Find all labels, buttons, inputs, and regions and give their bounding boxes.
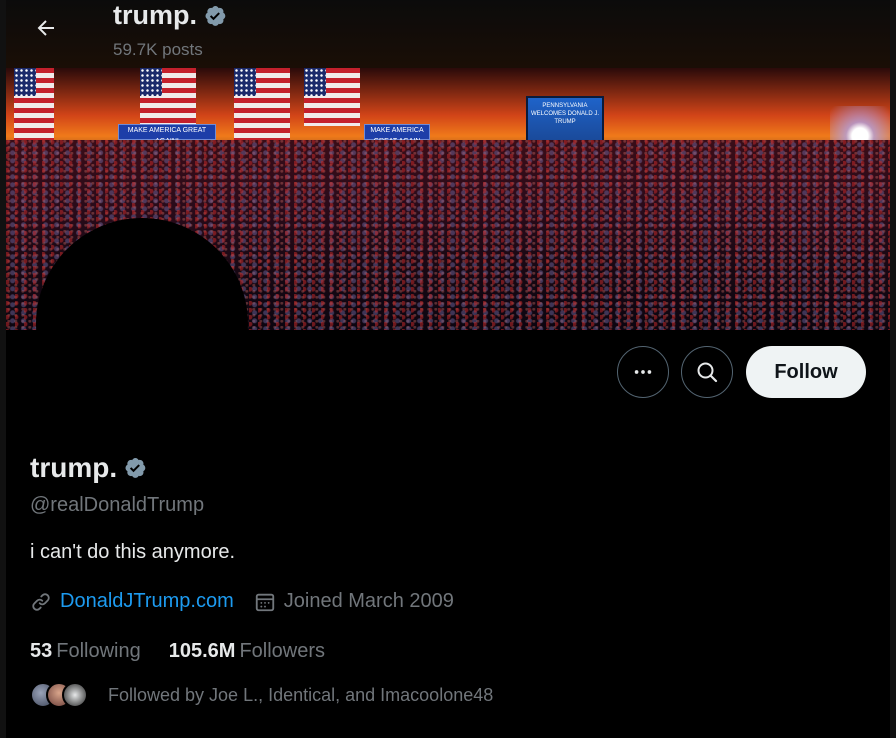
rally-sign: MAKE AMERICA GREAT AGAIN	[364, 124, 430, 145]
back-arrow-icon[interactable]	[34, 16, 58, 40]
followed-by[interactable]: Followed by Joe L., Identical, and Imaco…	[30, 682, 493, 708]
flag-image	[14, 68, 54, 148]
search-icon	[697, 362, 718, 383]
header-title-text: trump.	[113, 0, 197, 30]
rally-sign: MAKE AMERICA GREAT AGAIN!	[118, 124, 216, 145]
verified-badge-icon	[205, 5, 226, 26]
followers-count: 105.6M	[168, 640, 236, 662]
following-count: 53	[30, 640, 53, 662]
website-link[interactable]: DonaldJTrump.com	[60, 590, 234, 613]
follow-stats: 53 Following 105.6M Followers	[30, 640, 325, 663]
avatar	[62, 682, 88, 708]
link-icon	[32, 592, 50, 611]
profile-handle: @realDonaldTrump	[30, 494, 205, 516]
profile-meta: DonaldJTrump.com Joined March 2009	[30, 590, 454, 613]
calendar-icon	[255, 593, 274, 611]
profile-page: trump. 59.7K posts MAKE AMERICA GREAT AG…	[0, 0, 896, 738]
avatar[interactable]	[36, 218, 248, 430]
search-button[interactable]	[681, 346, 733, 398]
followers-label: Followers	[239, 640, 326, 662]
followed-by-text: Followed by Joe L., Identical, and Imaco…	[108, 684, 494, 705]
followers-stat[interactable]: 105.6M Followers	[169, 640, 325, 663]
rally-screen: PENNSYLVANIA WELCOMES DONALD J. TRUMP	[526, 96, 604, 142]
follow-button[interactable]: Follow	[746, 346, 866, 398]
more-icon	[634, 370, 652, 374]
joined-date: Joined March 2009	[283, 590, 454, 612]
profile-name: trump.	[30, 452, 147, 484]
profile-bio: i can't do this anymore.	[30, 541, 236, 563]
more-button[interactable]	[617, 346, 669, 398]
verified-badge-icon[interactable]	[123, 456, 147, 480]
top-bar: trump. 59.7K posts	[6, 0, 890, 68]
post-count: 59.7K posts	[113, 40, 203, 59]
following-stat[interactable]: 53 Following	[30, 640, 141, 663]
header-title: trump.	[113, 0, 227, 31]
flag-image	[140, 68, 196, 126]
profile-name-text: trump.	[30, 452, 118, 483]
flag-image	[304, 68, 360, 126]
following-label: Following	[56, 640, 141, 662]
